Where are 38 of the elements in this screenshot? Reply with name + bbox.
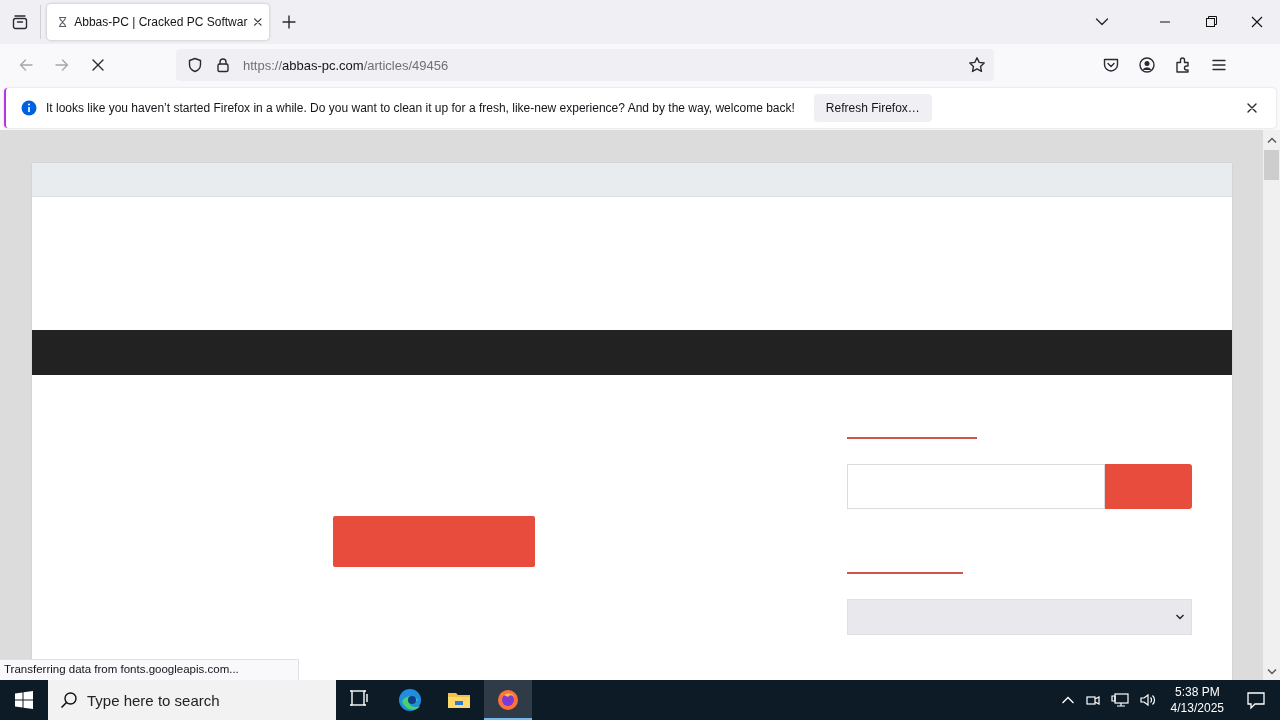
pocket-icon[interactable] xyxy=(1102,56,1120,74)
search-input[interactable] xyxy=(847,464,1105,509)
new-tab-icon[interactable] xyxy=(282,15,296,29)
clock-date[interactable]: 4/13/2025 xyxy=(1170,700,1224,716)
shield-icon xyxy=(187,57,203,73)
account-icon[interactable] xyxy=(1138,56,1156,74)
chevron-down-icon xyxy=(1175,613,1185,621)
search-icon xyxy=(60,691,78,709)
edge-icon xyxy=(398,688,422,712)
notification-message: It looks like you haven’t started Firefox in a while. Do you want to clean it up for a fresh, like-new experience? And by the way, welcome back! xyxy=(46,101,795,115)
info-icon xyxy=(21,100,37,116)
firefox-icon xyxy=(496,687,520,711)
clock-time[interactable]: 5:38 PM xyxy=(1174,684,1220,700)
lock-icon xyxy=(215,57,231,73)
network-icon[interactable] xyxy=(1110,692,1129,708)
stop-icon[interactable] xyxy=(90,57,106,73)
address-bar[interactable]: https://abbas-pc.com/articles/49456 xyxy=(176,49,994,81)
hourglass-icon xyxy=(57,15,69,29)
taskbar-app[interactable] xyxy=(484,680,532,720)
scroll-up-icon[interactable] xyxy=(1266,136,1277,144)
scroll-down-icon[interactable] xyxy=(1266,668,1277,676)
star-icon[interactable] xyxy=(968,56,986,74)
browser-tab[interactable]: Abbas-PC | Cracked PC Softwar xyxy=(47,4,269,40)
close-icon[interactable] xyxy=(1246,102,1258,114)
url-text: https://abbas-pc.com/articles/49456 xyxy=(243,57,449,73)
chevron-up-icon[interactable] xyxy=(1060,695,1075,705)
list-all-tabs-icon[interactable] xyxy=(12,14,28,30)
refresh-button[interactable]: Refresh Firefox… xyxy=(813,94,932,122)
volume-icon[interactable] xyxy=(1138,692,1157,708)
extensions-icon[interactable] xyxy=(1174,56,1192,74)
close-tab-icon[interactable] xyxy=(253,16,263,28)
scrollbar-thumb[interactable] xyxy=(1264,150,1279,180)
notifications-icon[interactable] xyxy=(1246,690,1266,710)
status-text: Transferring data from fonts.googleapis.com... xyxy=(0,659,299,680)
scrollbar[interactable] xyxy=(1263,130,1280,680)
chevron-down-icon[interactable] xyxy=(1095,17,1109,27)
taskbar-search-box[interactable]: Type here to search xyxy=(48,680,336,720)
windows-logo-icon[interactable] xyxy=(15,691,33,709)
